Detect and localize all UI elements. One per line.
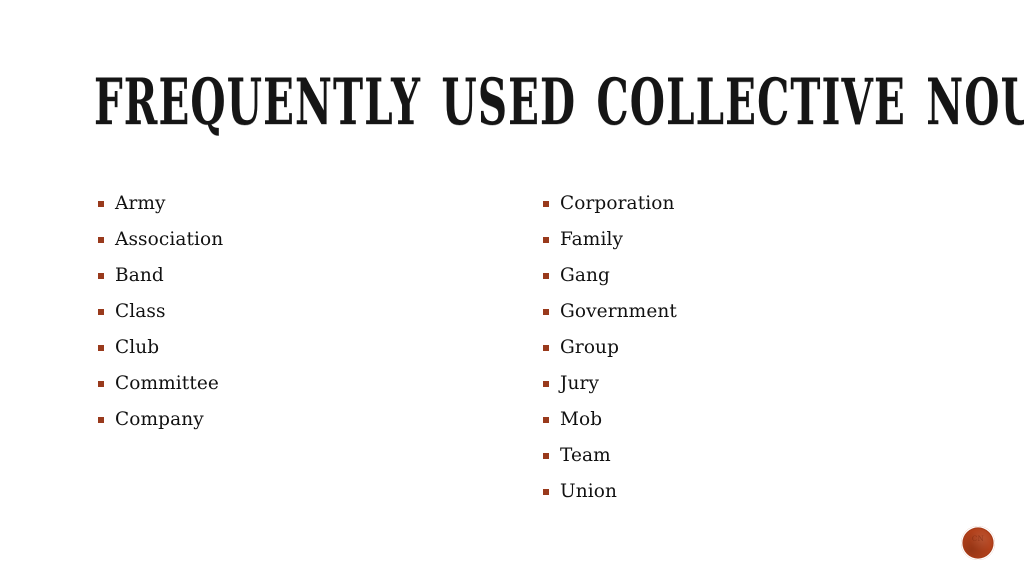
list-item-label: Gang (560, 265, 610, 286)
list-item-label: Association (115, 229, 224, 250)
square-bullet-icon (98, 345, 104, 351)
list-item-label: Club (115, 337, 160, 358)
list-item: Committee (98, 366, 498, 402)
list-item: Gang (543, 258, 943, 294)
square-bullet-icon (98, 309, 104, 315)
collective-nouns-list-left: Army Association Band Class Club Committ… (98, 186, 498, 438)
list-item: Jury (543, 366, 943, 402)
list-item: Team (543, 438, 943, 474)
square-bullet-icon (98, 381, 104, 387)
square-bullet-icon (543, 237, 549, 243)
content-columns: Army Association Band Class Club Committ… (0, 0, 1024, 576)
list-item-label: Corporation (560, 193, 675, 214)
list-item: Company (98, 402, 498, 438)
list-item-label: Jury (560, 373, 600, 394)
square-bullet-icon (98, 201, 104, 207)
square-bullet-icon (543, 417, 549, 423)
list-item: Mob (543, 402, 943, 438)
square-bullet-icon (543, 489, 549, 495)
list-item: Club (98, 330, 498, 366)
list-item: Government (543, 294, 943, 330)
list-item: Union (543, 474, 943, 510)
list-item: Group (543, 330, 943, 366)
list-item: Corporation (543, 186, 943, 222)
square-bullet-icon (543, 273, 549, 279)
list-item-label: Government (560, 301, 677, 322)
square-bullet-icon (98, 237, 104, 243)
list-item-label: Committee (115, 373, 219, 394)
list-item-label: Class (115, 301, 166, 322)
corner-circle-decoration: CN (961, 526, 995, 560)
square-bullet-icon (543, 201, 549, 207)
collective-nouns-list-right: Corporation Family Gang Government Group… (543, 186, 943, 510)
square-bullet-icon (543, 381, 549, 387)
square-bullet-icon (543, 345, 549, 351)
slide-canvas: Frequently used collective nouns Army As… (0, 0, 1024, 576)
list-item-label: Company (115, 409, 204, 430)
list-item: Army (98, 186, 498, 222)
list-item-label: Band (115, 265, 164, 286)
square-bullet-icon (543, 309, 549, 315)
list-item-label: Army (115, 193, 166, 214)
list-item-label: Mob (560, 409, 603, 430)
list-item-label: Family (560, 229, 624, 250)
list-item-label: Team (560, 445, 611, 466)
badge-glyph-text: CN (971, 535, 985, 543)
list-item: Association (98, 222, 498, 258)
list-item-label: Union (560, 481, 617, 502)
list-item: Family (543, 222, 943, 258)
square-bullet-icon (543, 453, 549, 459)
list-item-label: Group (560, 337, 620, 358)
square-bullet-icon (98, 417, 104, 423)
list-item: Class (98, 294, 498, 330)
list-item: Band (98, 258, 498, 294)
square-bullet-icon (98, 273, 104, 279)
